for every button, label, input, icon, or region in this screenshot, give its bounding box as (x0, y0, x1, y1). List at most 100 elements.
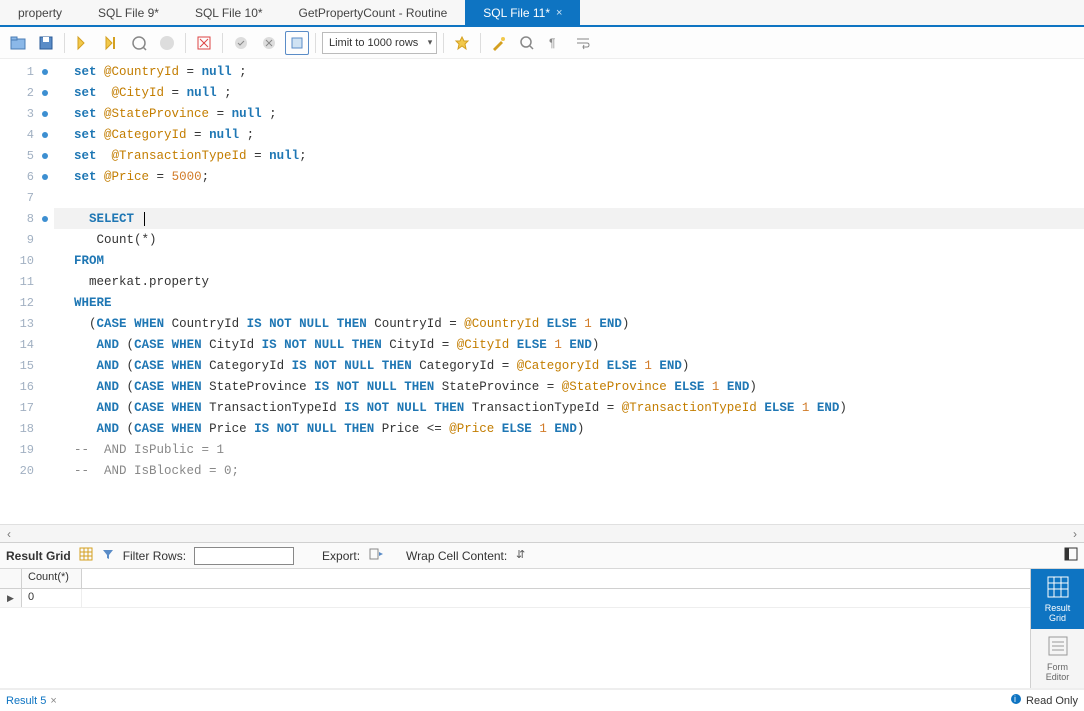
code-editor[interactable]: 1234567891011121314151617181920 set @Cou… (0, 59, 1084, 524)
gutter-line[interactable]: 7 (0, 187, 54, 208)
commit-button[interactable] (229, 31, 253, 55)
form-icon (1046, 634, 1070, 658)
execute-current-button[interactable] (99, 31, 123, 55)
panel-toggle-icon[interactable] (1064, 547, 1078, 564)
line-number: 5 (27, 149, 34, 163)
breakpoint-icon[interactable] (42, 174, 48, 180)
tab-label: GetPropertyCount - Routine (299, 6, 448, 20)
result-tab-label: Result 5 (6, 695, 46, 707)
code-line[interactable]: set @CityId = null ; (54, 82, 1084, 103)
breakpoint-icon[interactable] (42, 111, 48, 117)
gutter-line[interactable]: 16 (0, 376, 54, 397)
scroll-right-icon[interactable]: › (1066, 527, 1084, 541)
gutter-line[interactable]: 8 (0, 208, 54, 229)
gutter-line[interactable]: 17 (0, 397, 54, 418)
side-panel-item[interactable]: Form Editor (1031, 629, 1084, 689)
autocommit-button[interactable] (285, 31, 309, 55)
table-row[interactable]: ▶0 (0, 589, 1030, 608)
line-number: 17 (20, 401, 34, 415)
editor-tab[interactable]: SQL File 10* (177, 0, 281, 25)
tab-label: property (18, 6, 62, 20)
code-line[interactable]: set @CountryId = null ; (54, 61, 1084, 82)
result-tab[interactable]: Result 5 × (6, 695, 57, 707)
line-number: 4 (27, 128, 34, 142)
gutter-line[interactable]: 9 (0, 229, 54, 250)
code-line[interactable]: set @StateProvince = null ; (54, 103, 1084, 124)
scroll-left-icon[interactable]: ‹ (0, 527, 18, 541)
code-line[interactable] (54, 187, 1084, 208)
breakpoint-icon[interactable] (42, 69, 48, 75)
beautify-button[interactable] (487, 31, 511, 55)
result-grid[interactable]: Count(*) ▶0 (0, 569, 1030, 688)
gutter-line[interactable]: 19 (0, 439, 54, 460)
code-line[interactable]: SELECT (54, 208, 1084, 229)
explain-button[interactable] (127, 31, 151, 55)
code-line[interactable]: -- AND IsBlocked = 0; (54, 460, 1084, 481)
rollback-button[interactable] (257, 31, 281, 55)
gutter-line[interactable]: 14 (0, 334, 54, 355)
code-line[interactable]: WHERE (54, 292, 1084, 313)
gutter-line[interactable]: 18 (0, 418, 54, 439)
code-line[interactable]: AND (CASE WHEN StateProvince IS NOT NULL… (54, 376, 1084, 397)
row-limit-dropdown[interactable]: Limit to 1000 rows (322, 32, 437, 54)
gutter-line[interactable]: 4 (0, 124, 54, 145)
row-marker-icon[interactable]: ▶ (0, 589, 22, 607)
line-number: 15 (20, 359, 34, 373)
no-limit-button[interactable] (192, 31, 216, 55)
gutter-line[interactable]: 6 (0, 166, 54, 187)
close-icon[interactable]: × (556, 7, 562, 19)
code-line[interactable]: Count(*) (54, 229, 1084, 250)
editor-tab[interactable]: property (0, 0, 80, 25)
code-line[interactable]: -- AND IsPublic = 1 (54, 439, 1084, 460)
grid-cell[interactable]: 0 (22, 589, 82, 607)
gutter-line[interactable]: 5 (0, 145, 54, 166)
horizontal-scrollbar[interactable]: ‹ › (0, 524, 1084, 542)
code-line[interactable]: AND (CASE WHEN Price IS NOT NULL THEN Pr… (54, 418, 1084, 439)
column-header[interactable]: Count(*) (22, 569, 82, 588)
line-number: 12 (20, 296, 34, 310)
side-panel-item[interactable]: Result Grid (1031, 569, 1084, 629)
code-line[interactable]: FROM (54, 250, 1084, 271)
gutter-line[interactable]: 2 (0, 82, 54, 103)
result-toolbar: Result Grid Filter Rows: Export: Wrap Ce… (0, 542, 1084, 569)
gutter-line[interactable]: 20 (0, 460, 54, 481)
breakpoint-icon[interactable] (42, 90, 48, 96)
filter-icon[interactable] (101, 547, 115, 564)
gutter-line[interactable]: 11 (0, 271, 54, 292)
code-line[interactable]: meerkat.property (54, 271, 1084, 292)
code-line[interactable]: set @TransactionTypeId = null; (54, 145, 1084, 166)
code-line[interactable]: AND (CASE WHEN CityId IS NOT NULL THEN C… (54, 334, 1084, 355)
close-icon[interactable]: × (50, 695, 56, 707)
code-line[interactable]: AND (CASE WHEN CategoryId IS NOT NULL TH… (54, 355, 1084, 376)
gutter-line[interactable]: 15 (0, 355, 54, 376)
code-line[interactable]: (CASE WHEN CountryId IS NOT NULL THEN Co… (54, 313, 1084, 334)
side-panel-label: Result Grid (1045, 603, 1071, 623)
gutter-line[interactable]: 3 (0, 103, 54, 124)
editor-tab[interactable]: SQL File 9* (80, 0, 177, 25)
breakpoint-icon[interactable] (42, 153, 48, 159)
code-line[interactable]: AND (CASE WHEN TransactionTypeId IS NOT … (54, 397, 1084, 418)
invisible-chars-button[interactable]: ¶ (543, 31, 567, 55)
open-file-button[interactable] (6, 31, 30, 55)
breakpoint-icon[interactable] (42, 132, 48, 138)
gutter-line[interactable]: 1 (0, 61, 54, 82)
filter-rows-input[interactable] (194, 547, 294, 565)
wrap-cell-button[interactable]: ⇵ (515, 547, 529, 564)
execute-button[interactable] (71, 31, 95, 55)
stop-button[interactable] (155, 31, 179, 55)
breakpoint-icon[interactable] (42, 216, 48, 222)
gutter-line[interactable]: 10 (0, 250, 54, 271)
find-button[interactable] (515, 31, 539, 55)
word-wrap-button[interactable] (571, 31, 595, 55)
favorite-button[interactable] (450, 31, 474, 55)
editor-tab[interactable]: GetPropertyCount - Routine (281, 0, 466, 25)
save-button[interactable] (34, 31, 58, 55)
code-line[interactable]: set @Price = 5000; (54, 166, 1084, 187)
tab-label: SQL File 11* (483, 6, 550, 20)
code-line[interactable]: set @CategoryId = null ; (54, 124, 1084, 145)
code-area[interactable]: set @CountryId = null ;set @CityId = nul… (54, 59, 1084, 524)
gutter-line[interactable]: 13 (0, 313, 54, 334)
export-button[interactable] (368, 547, 384, 564)
editor-tab[interactable]: SQL File 11* × (465, 0, 580, 25)
gutter-line[interactable]: 12 (0, 292, 54, 313)
